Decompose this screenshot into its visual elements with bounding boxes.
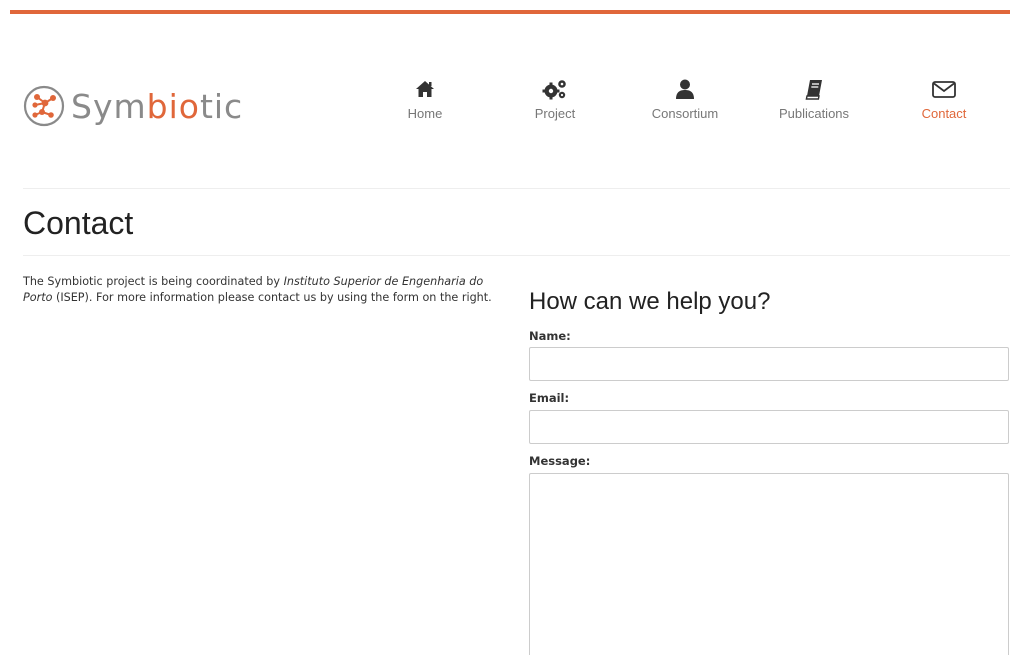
- page-title: Contact: [23, 205, 134, 241]
- nav-item-label: Home: [407, 106, 443, 121]
- name-field[interactable]: [529, 347, 1009, 381]
- gears-icon: [495, 78, 615, 104]
- book-icon: [754, 78, 874, 104]
- main-nav: Home Project Consortium Publications Con…: [0, 78, 1010, 138]
- email-field[interactable]: [529, 410, 1009, 444]
- message-field[interactable]: [529, 473, 1009, 655]
- nav-item-project[interactable]: Project: [495, 78, 615, 121]
- email-label: Email:: [529, 391, 570, 405]
- message-label: Message:: [529, 454, 591, 468]
- page: Symbiotic Home Project Consortium Public…: [0, 0, 1010, 655]
- nav-item-label: Project: [534, 106, 576, 121]
- intro-text-after: (ISEP). For more information please cont…: [52, 291, 492, 304]
- nav-item-publications[interactable]: Publications: [754, 78, 874, 121]
- name-label: Name:: [529, 329, 571, 343]
- header-divider: [23, 188, 1010, 189]
- title-divider: [23, 255, 1010, 256]
- form-title: How can we help you?: [529, 288, 771, 315]
- nav-item-label: Publications: [778, 106, 850, 121]
- site-header: Symbiotic Home Project Consortium Public…: [0, 14, 1010, 189]
- home-icon: [365, 78, 485, 104]
- nav-item-label: Contact: [921, 106, 967, 121]
- user-icon: [625, 78, 745, 104]
- nav-item-contact[interactable]: Contact: [884, 78, 1004, 121]
- intro-paragraph: The Symbiotic project is being coordinat…: [23, 274, 508, 306]
- nav-item-home[interactable]: Home: [365, 78, 485, 121]
- nav-item-label: Consortium: [651, 106, 719, 121]
- intro-text-before: The Symbiotic project is being coordinat…: [23, 275, 284, 288]
- envelope-icon: [884, 78, 1004, 104]
- nav-item-consortium[interactable]: Consortium: [625, 78, 745, 121]
